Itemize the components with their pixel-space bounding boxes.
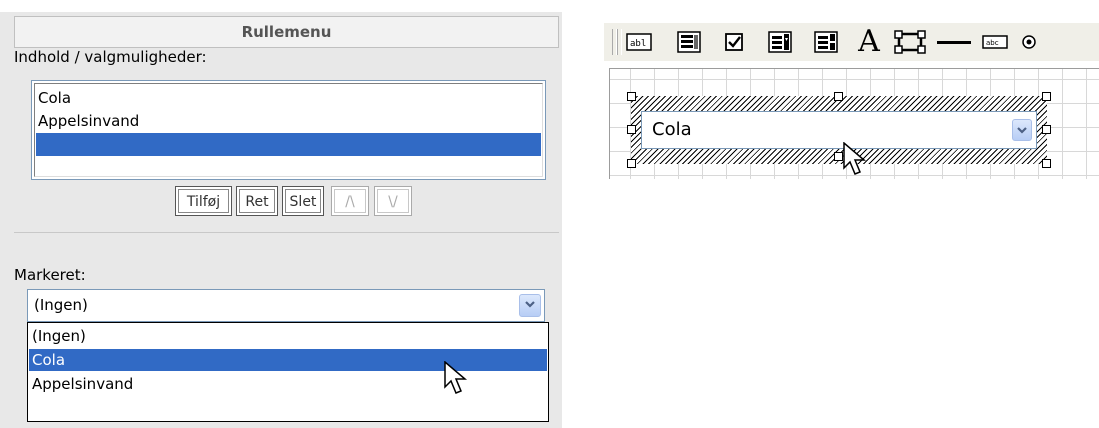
move-down-button[interactable]: \/ (374, 186, 412, 216)
resize-handle[interactable] (627, 92, 636, 101)
list-item[interactable]: Appelsinvand (36, 110, 541, 133)
svg-text:abl: abl (630, 39, 646, 49)
dropdown-option[interactable]: (Ingen) (29, 325, 547, 347)
marked-select[interactable]: (Ingen) (27, 289, 545, 322)
divider (14, 232, 559, 233)
dropdown-arrow-button[interactable] (519, 294, 541, 317)
resize-handle[interactable] (1042, 125, 1051, 134)
rectangle-icon[interactable] (892, 29, 928, 55)
move-up-label: /\ (334, 189, 366, 213)
svg-text:abc: abc (986, 39, 999, 47)
resize-handle[interactable] (627, 125, 636, 134)
move-down-label: \/ (377, 189, 409, 213)
edit-button-label: Ret (239, 189, 275, 213)
designer-dropdown-arrow[interactable] (1012, 119, 1032, 141)
marked-select-value: (Ingen) (34, 296, 88, 314)
chevron-down-icon (1017, 127, 1027, 134)
resize-handle[interactable] (834, 92, 843, 101)
panel-title: Rullemenu (14, 16, 559, 48)
toolbar-grip (617, 29, 622, 55)
line-icon[interactable] (934, 29, 974, 55)
move-up-button[interactable]: /\ (331, 186, 369, 216)
radio-button-icon[interactable] (1018, 29, 1048, 55)
designer-combo-box[interactable]: Cola (641, 111, 1037, 149)
edit-button[interactable]: Ret (236, 186, 278, 216)
form-list-icon[interactable] (811, 29, 841, 55)
delete-button[interactable]: Slet (282, 186, 324, 216)
button-icon[interactable]: abc (980, 29, 1010, 55)
options-listbox[interactable]: Cola Appelsinvand (31, 80, 546, 180)
delete-button-label: Slet (285, 189, 321, 213)
designer-toolbar: abl A abc (604, 22, 1099, 61)
resize-handle[interactable] (1042, 159, 1051, 168)
chevron-down-icon (525, 301, 535, 308)
content-label: Indhold / valgmuligheder: (14, 48, 207, 66)
list-item-selected[interactable] (36, 133, 541, 156)
add-button-label: Tilføj (178, 189, 229, 213)
list-item[interactable]: Cola (36, 87, 541, 110)
text-field-icon[interactable]: abl (624, 29, 654, 55)
resize-handle[interactable] (627, 159, 636, 168)
add-button[interactable]: Tilføj (175, 186, 232, 216)
designer-combo-value: Cola (652, 119, 692, 140)
resize-handle[interactable] (1042, 92, 1051, 101)
list-box-icon[interactable] (674, 29, 704, 55)
mouse-cursor-icon (843, 142, 867, 175)
marked-label: Markeret: (14, 266, 86, 284)
combo-box-icon[interactable] (765, 29, 795, 55)
mouse-cursor-icon (444, 361, 468, 394)
label-text-icon[interactable]: A (854, 27, 884, 57)
checkbox-icon[interactable] (720, 29, 750, 55)
